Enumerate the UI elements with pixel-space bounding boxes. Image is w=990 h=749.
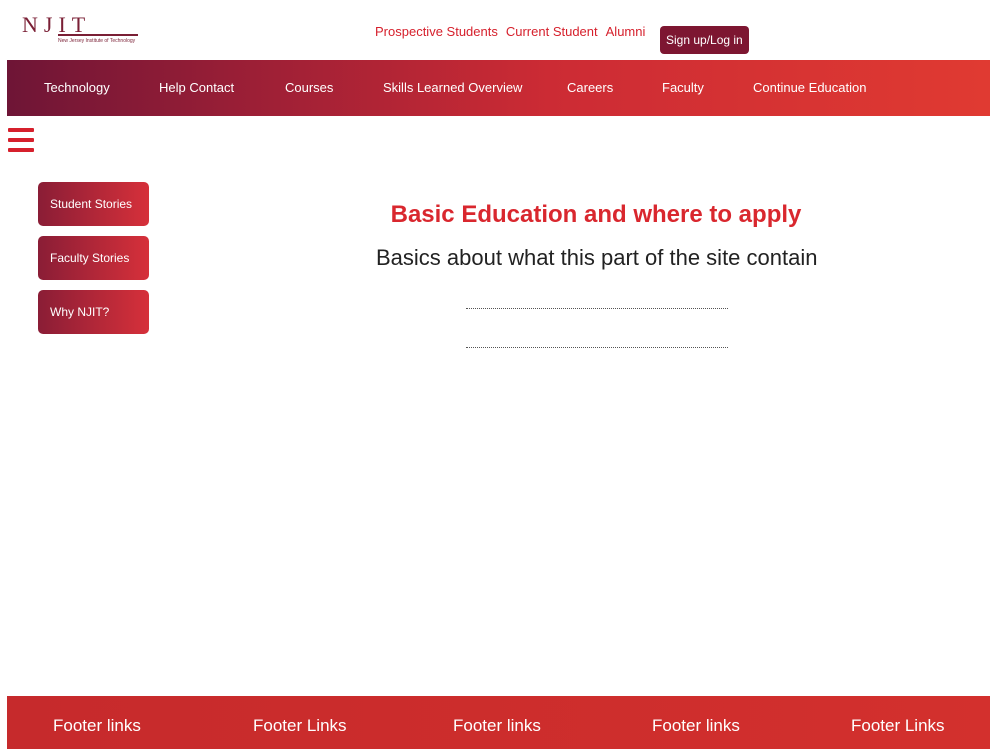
footer-link[interactable]: Footer links	[652, 716, 740, 736]
page-subtitle: Basics about what this part of the site …	[376, 245, 818, 270]
hamburger-line	[8, 138, 34, 142]
footer-link[interactable]: Footer links	[53, 716, 141, 736]
page-title-wrapper: Basic Education and where to apply	[0, 201, 990, 229]
link-current-student[interactable]: Current Student	[506, 24, 598, 39]
main-nav: Technology Help Contact Courses Skills L…	[7, 60, 990, 116]
footer-link[interactable]: Footer Links	[851, 716, 945, 736]
link-alumni[interactable]: Alumni	[606, 24, 646, 39]
page-title: Basic Education and where to apply	[390, 201, 802, 228]
top-bar: NJIT New Jersey Institute of Technology …	[0, 0, 990, 60]
link-prospective-students[interactable]: Prospective Students	[375, 24, 498, 39]
hamburger-menu-icon[interactable]	[8, 128, 34, 152]
faculty-stories-button[interactable]: Faculty Stories	[38, 236, 149, 280]
nav-continue-education[interactable]: Continue Education	[753, 80, 866, 95]
footer-link[interactable]: Footer Links	[253, 716, 347, 736]
nav-skills-learned-overview[interactable]: Skills Learned Overview	[383, 80, 522, 95]
hamburger-line	[8, 128, 34, 132]
njit-logo[interactable]: NJIT New Jersey Institute of Technology	[22, 12, 172, 48]
hamburger-line	[8, 148, 34, 152]
nav-careers[interactable]: Careers	[567, 80, 613, 95]
nav-technology[interactable]: Technology	[44, 80, 110, 95]
dotted-divider	[466, 347, 728, 348]
why-njit-button[interactable]: Why NJIT?	[38, 290, 149, 334]
footer-link[interactable]: Footer links	[453, 716, 541, 736]
logo-subtitle: New Jersey Institute of Technology	[58, 38, 136, 44]
nav-faculty[interactable]: Faculty	[662, 80, 704, 95]
dotted-divider	[466, 308, 728, 309]
footer: Footer links Footer Links Footer links F…	[7, 696, 990, 749]
signup-login-button[interactable]: Sign up/Log in	[660, 26, 749, 54]
nav-courses[interactable]: Courses	[285, 80, 333, 95]
logo-underline	[58, 34, 138, 36]
top-links: Prospective Students Current Student Alu…	[375, 24, 645, 39]
nav-help-contact[interactable]: Help Contact	[159, 80, 234, 95]
